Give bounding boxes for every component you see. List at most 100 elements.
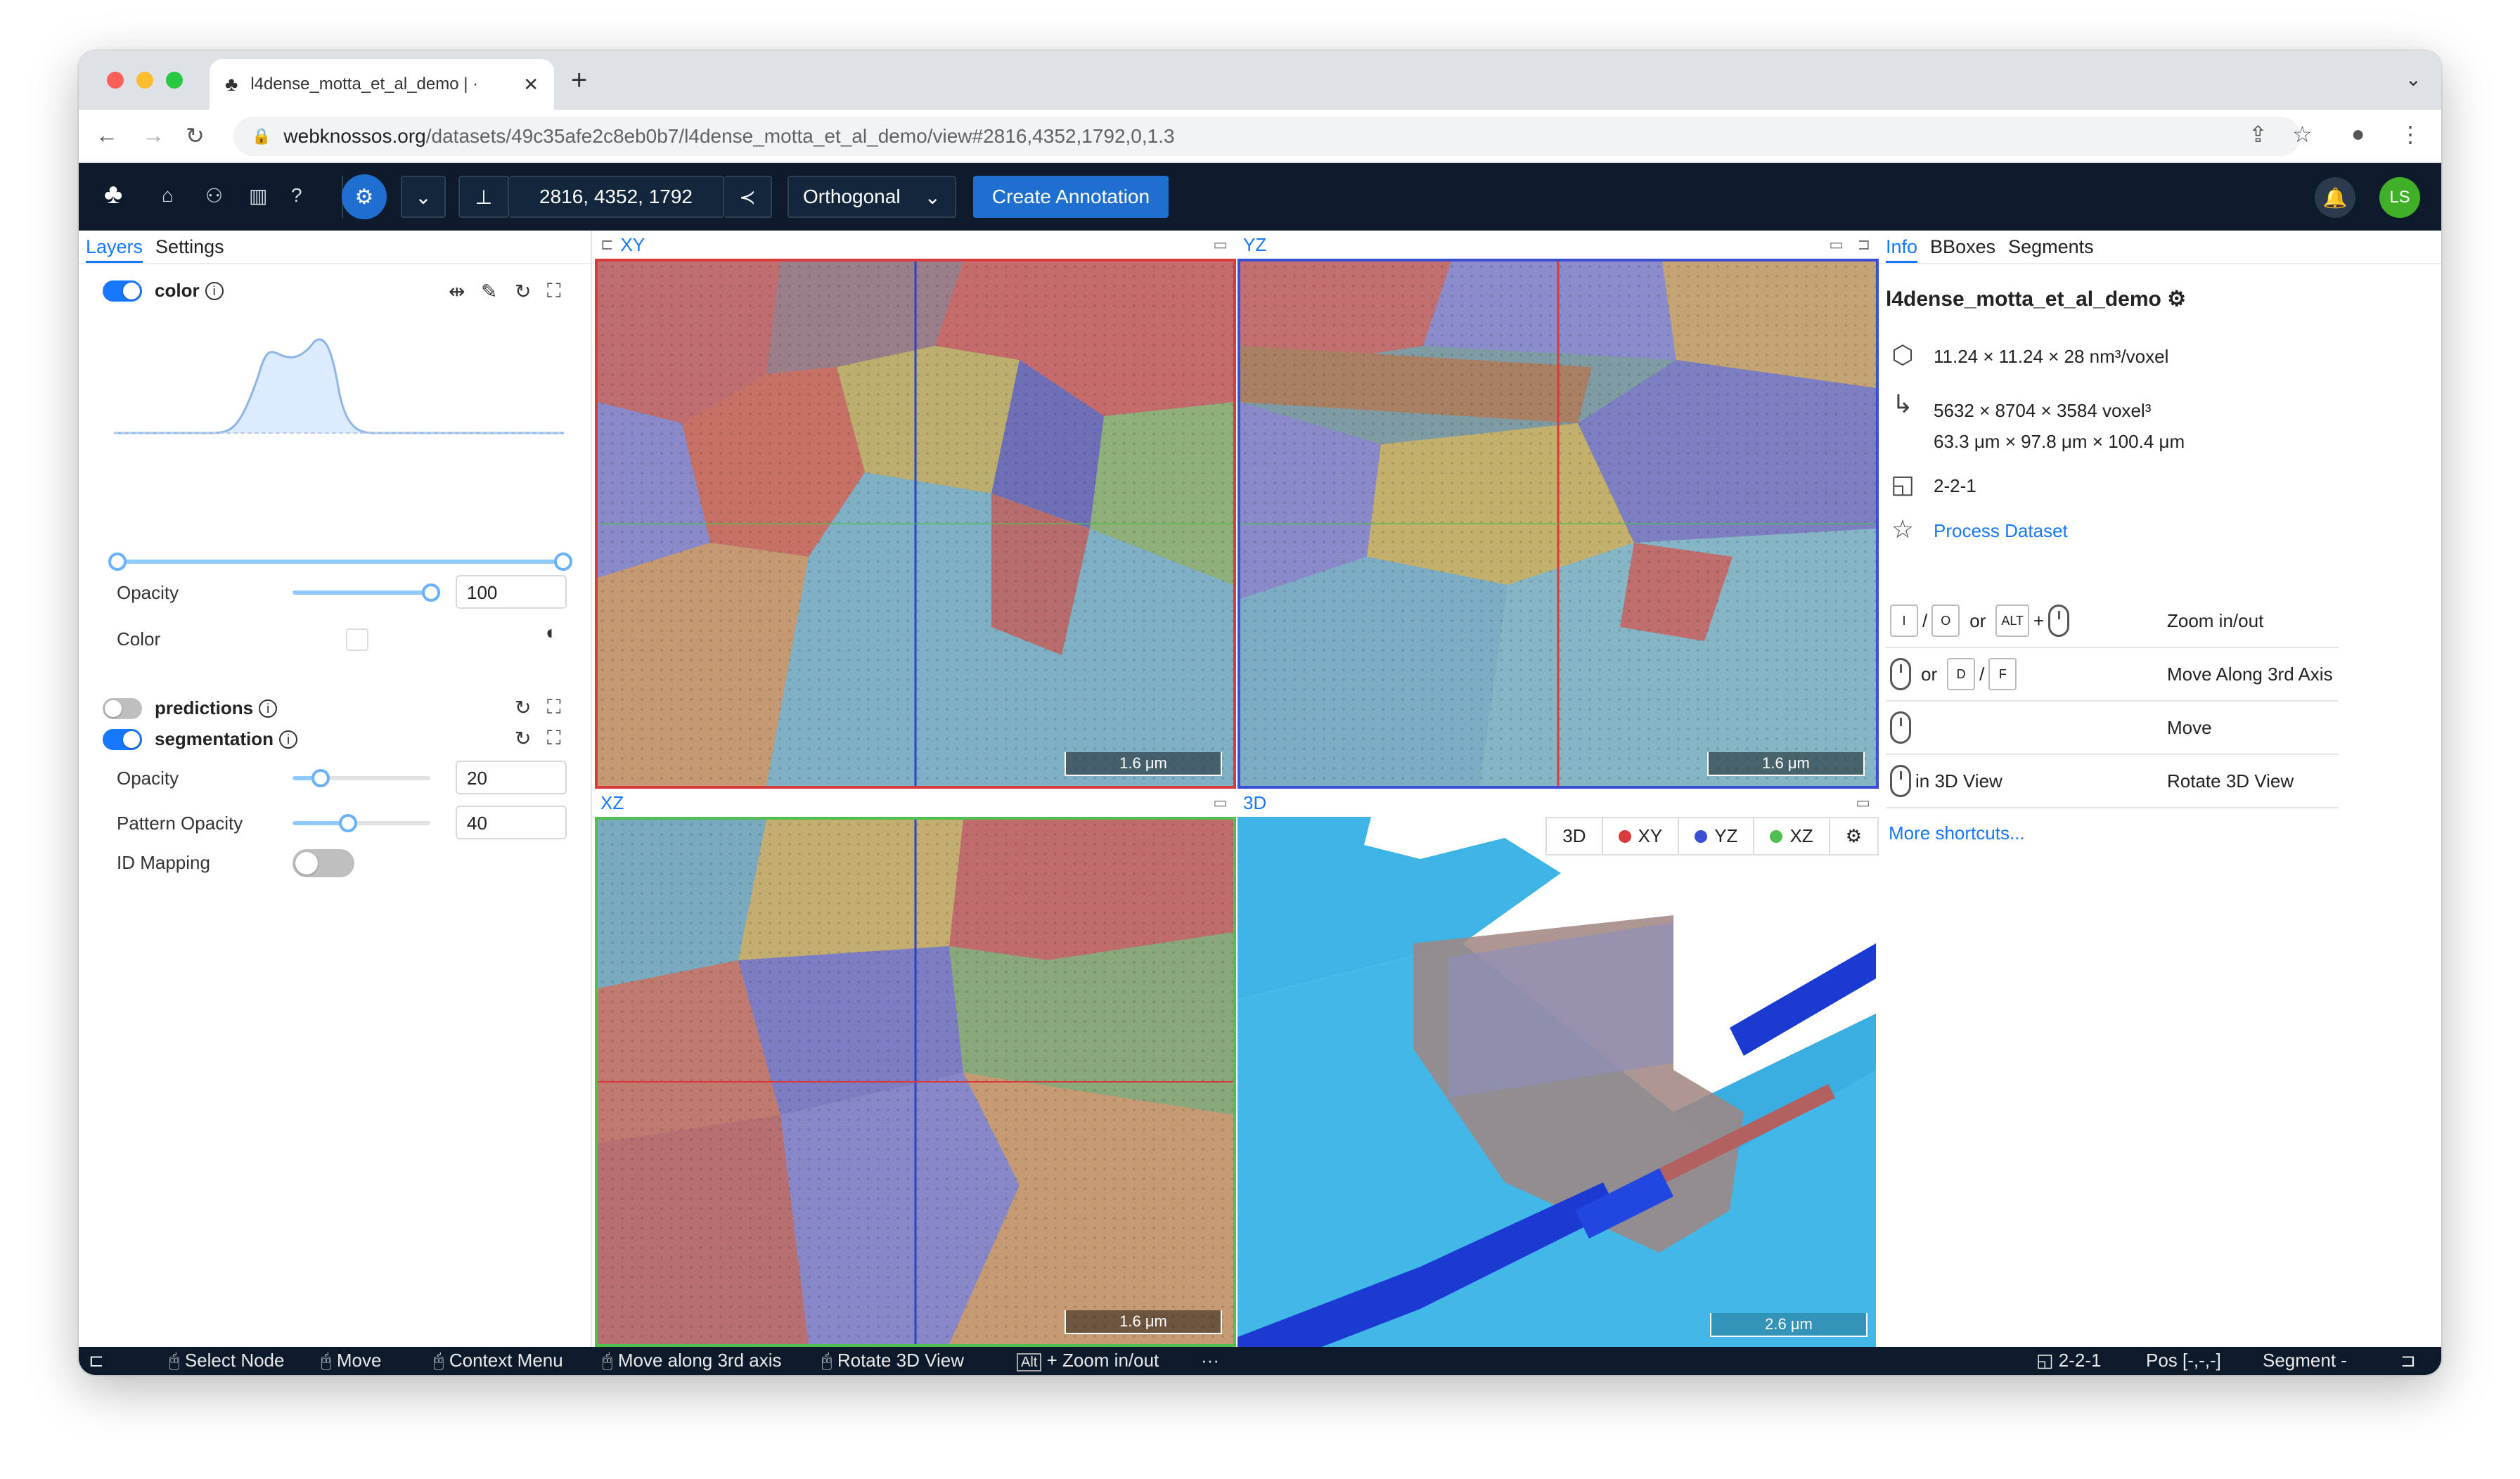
clip-histogram-icon[interactable]: ⇹ <box>449 280 465 303</box>
viewport-xz-canvas[interactable]: 1.6 μm <box>595 817 1236 1347</box>
dropdown-chevron-icon[interactable]: ⌄ <box>401 176 446 218</box>
close-tab-icon[interactable]: ✕ <box>523 74 539 96</box>
invert-color-icon[interactable]: ◐ <box>546 621 558 644</box>
tab-search-chevron-icon[interactable]: ⌄ <box>2405 67 2422 91</box>
fit-layer-icon[interactable]: ⛶ <box>547 696 561 719</box>
bookmark-star-icon[interactable]: ☆ <box>2292 121 2313 148</box>
3d-view-button[interactable]: 3D <box>1547 818 1603 854</box>
status-more[interactable]: ··· <box>1201 1350 1219 1371</box>
dataset-settings-gear-icon[interactable]: ⚙ <box>2167 288 2186 311</box>
viewport-3d-canvas[interactable]: 3D XY YZ XZ ⚙ 2.6 μm <box>1238 817 1879 1347</box>
yz-plane-button[interactable]: YZ <box>1679 818 1755 854</box>
collapse-right-icon[interactable]: ⊐ <box>1858 235 1870 254</box>
process-dataset-link[interactable]: Process Dataset <box>1934 515 2068 542</box>
browser-tab[interactable]: ♣ l4dense_motta_et_al_demo | · ✕ <box>210 59 554 110</box>
maximize-viewport-icon[interactable]: ▭ <box>1213 235 1228 254</box>
xy-plane-button[interactable]: XY <box>1603 818 1680 854</box>
status-position: Pos [-,-,-] <box>2146 1350 2221 1371</box>
forward-icon[interactable]: → <box>142 122 165 148</box>
segmentation-layer-toggle[interactable] <box>103 728 142 750</box>
more-shortcuts-link[interactable]: More shortcuts... <box>1889 822 2025 844</box>
statistics-icon[interactable]: ▥ <box>249 184 267 207</box>
close-window-button[interactable] <box>107 72 124 89</box>
color-layer-toggle[interactable] <box>103 280 142 302</box>
status-rotate-3d: 🖰 Rotate 3D View <box>821 1350 964 1371</box>
maximize-window-button[interactable] <box>166 72 183 89</box>
tab-info[interactable]: Info <box>1886 236 1918 263</box>
users-icon[interactable]: ⚇ <box>205 184 223 207</box>
edit-histogram-icon[interactable]: ✎ <box>481 280 497 303</box>
histogram-chart[interactable] <box>114 335 564 447</box>
segmentation-opacity-slider[interactable] <box>292 769 430 787</box>
info-icon[interactable]: i <box>205 281 224 300</box>
status-move-3rd-axis: 🖰 Move along 3rd axis <box>602 1350 782 1371</box>
viewport-3d: 3D ▭ 3D XY YZ XZ ⚙ 2.6 μm <box>1238 789 1879 1347</box>
shortcut-label: Move <box>2167 716 2212 738</box>
viewport-xy-canvas[interactable]: 1.6 μm <box>595 259 1236 789</box>
tab-settings[interactable]: Settings <box>155 236 224 263</box>
maximize-viewport-icon[interactable]: ▭ <box>1829 235 1844 254</box>
maximize-viewport-icon[interactable]: ▭ <box>1856 794 1870 812</box>
predictions-layer-toggle[interactable] <box>103 697 142 719</box>
or-text: or <box>1969 609 1986 631</box>
key-i: I <box>1890 605 1918 637</box>
status-segment: Segment - <box>2263 1350 2347 1371</box>
fit-layer-icon[interactable]: ⛶ <box>547 727 561 750</box>
position-input[interactable]: 2816, 4352, 1792 <box>509 176 724 218</box>
fit-layer-icon[interactable]: ⛶ <box>547 280 561 303</box>
left-side-panel: Layers Settings color i ⇹ ✎ ↻ ⛶ Opacity … <box>79 231 592 1347</box>
id-mapping-toggle[interactable] <box>292 849 354 877</box>
share-icon[interactable]: ⇪ <box>2249 121 2268 148</box>
url-field[interactable]: 🔒 webknossos.org/datasets/49c35afe2c8eb0… <box>233 117 2301 156</box>
minimize-window-button[interactable] <box>136 72 153 89</box>
histogram-range-slider[interactable] <box>108 553 572 571</box>
pattern-opacity-input[interactable]: 40 <box>456 806 567 839</box>
3d-settings-gear-icon[interactable]: ⚙ <box>1830 818 1877 854</box>
webknossos-logo-icon[interactable]: ♣ <box>104 179 122 210</box>
tab-bboxes[interactable]: BBoxes <box>1930 236 1995 263</box>
reload-layer-icon[interactable]: ↻ <box>515 727 531 750</box>
xz-plane-button[interactable]: XZ <box>1754 818 1830 854</box>
maximize-viewport-icon[interactable]: ▭ <box>1213 794 1228 812</box>
share-link-icon[interactable]: ≺ <box>724 176 772 218</box>
create-annotation-button[interactable]: Create Annotation <box>973 176 1169 218</box>
color-opacity-input[interactable]: 100 <box>456 575 567 609</box>
help-icon[interactable]: ? <box>291 184 302 207</box>
viewport-yz-canvas[interactable]: 1.6 μm <box>1238 259 1879 789</box>
info-icon[interactable]: i <box>259 699 278 718</box>
process-row: ☆ Process Dataset <box>1886 515 2068 544</box>
pattern-opacity-slider[interactable] <box>292 814 430 832</box>
collapse-right-panel-icon[interactable]: ⊐ <box>2400 1350 2416 1371</box>
id-mapping-label: ID Mapping <box>117 852 210 873</box>
reload-layer-icon[interactable]: ↻ <box>515 696 531 719</box>
tab-segments[interactable]: Segments <box>2008 236 2094 263</box>
browser-menu-icon[interactable]: ⋮ <box>2399 121 2422 148</box>
reload-layer-icon[interactable]: ↻ <box>515 280 531 303</box>
voxel-cubes-icon: ⬡ <box>1891 340 1914 369</box>
shortcut-label: Zoom in/out <box>2167 609 2264 631</box>
new-tab-button[interactable]: + <box>571 65 587 96</box>
collapse-left-icon[interactable]: ⊏ <box>600 235 613 254</box>
tab-layers[interactable]: Layers <box>86 236 143 263</box>
pin-position-icon[interactable]: ⊥ <box>458 176 509 218</box>
status-mag: ◱ 2-2-1 <box>2036 1350 2102 1371</box>
reload-icon[interactable]: ↻ <box>186 122 205 149</box>
settings-gear-icon[interactable]: ⚙ <box>342 174 387 219</box>
tab-strip: ♣ l4dense_motta_et_al_demo | · ✕ + ⌄ <box>79 51 2441 110</box>
collapse-left-panel-icon[interactable]: ⊏ <box>89 1350 104 1371</box>
segmentation-opacity-input[interactable]: 20 <box>456 761 567 794</box>
color-picker-swatch[interactable] <box>346 628 368 651</box>
extent-row: ↳ 5632 × 8704 × 3584 voxel³ 63.3 μm × 97.… <box>1886 389 2185 457</box>
back-icon[interactable]: ← <box>96 122 118 148</box>
home-icon[interactable]: ⌂ <box>162 184 174 207</box>
shortcut-label: Rotate 3D View <box>2167 770 2294 792</box>
profile-icon[interactable]: ● <box>2351 121 2365 147</box>
view-mode-select[interactable]: Orthogonal ⌄ <box>788 176 956 218</box>
user-avatar[interactable]: LS <box>2379 177 2420 218</box>
status-zoom: Alt + Zoom in/out <box>1017 1350 1159 1371</box>
separator: / <box>1979 663 1985 685</box>
info-icon[interactable]: i <box>279 730 298 749</box>
color-opacity-slider[interactable] <box>292 583 440 602</box>
notifications-bell-icon[interactable]: 🔔 <box>2315 177 2355 218</box>
viewport-yz-label: YZ <box>1243 233 1267 255</box>
